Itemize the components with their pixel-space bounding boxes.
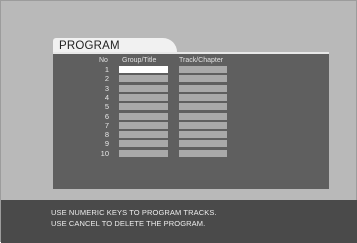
row-number: 7 [104, 120, 109, 130]
page-title: PROGRAM [59, 40, 120, 52]
row-number: 3 [104, 83, 109, 93]
group-title-field[interactable] [119, 112, 168, 120]
row-number: 6 [104, 111, 109, 121]
track-chapter-field[interactable] [179, 93, 227, 101]
track-chapter-field[interactable] [179, 140, 227, 148]
row-number: 9 [104, 139, 109, 149]
row-number: 5 [104, 102, 109, 112]
track-chapter-field[interactable] [179, 75, 227, 83]
group-title-field[interactable] [119, 84, 168, 92]
group-title-field[interactable] [119, 93, 168, 101]
group-title-field[interactable] [119, 149, 168, 157]
row-number: 4 [104, 92, 109, 102]
group-title-field[interactable] [119, 131, 168, 139]
row-number: 10 [100, 148, 109, 158]
instruction-line-1: USE NUMERIC KEYS TO PROGRAM TRACKS. [51, 208, 217, 217]
group-title-field-selected[interactable] [119, 66, 168, 73]
group-title-field[interactable] [119, 75, 168, 83]
track-chapter-field[interactable] [179, 84, 227, 92]
column-header-track-chapter: Track/Chapter [179, 57, 224, 64]
track-chapter-field[interactable] [179, 66, 227, 73]
track-chapter-field[interactable] [179, 121, 227, 129]
track-chapter-field[interactable] [179, 103, 227, 111]
instruction-line-2: USE CANCEL TO DELETE THE PROGRAM. [51, 219, 206, 228]
track-chapter-field[interactable] [179, 112, 227, 120]
row-number: 8 [104, 130, 109, 140]
track-chapter-field[interactable] [179, 131, 227, 139]
program-screen: PROGRAM No Group/Title Track/Chapter 123… [0, 0, 357, 243]
row-number: 2 [104, 74, 109, 84]
track-chapter-field[interactable] [179, 149, 227, 157]
group-title-field[interactable] [119, 140, 168, 148]
group-title-field[interactable] [119, 121, 168, 129]
column-header-no: No [99, 57, 108, 64]
row-number: 1 [104, 65, 109, 74]
column-header-group-title: Group/Title [122, 57, 157, 64]
group-title-field[interactable] [119, 103, 168, 111]
